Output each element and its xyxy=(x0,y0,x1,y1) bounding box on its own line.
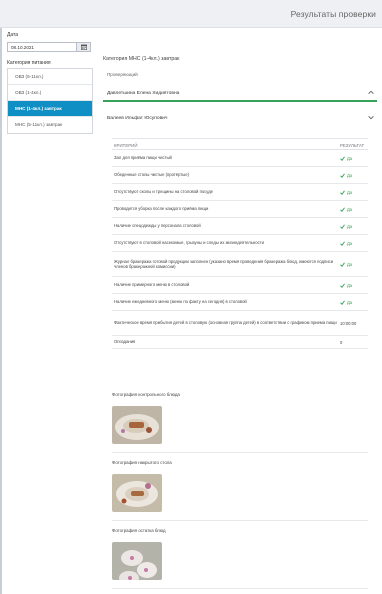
photo-label: Фотография остатка блюд xyxy=(112,528,166,533)
criteria-text: Зал для приёма пищи чистый xyxy=(114,155,172,161)
result-value: Да xyxy=(347,223,353,229)
checker-name: Валеев Ильфат Юсупович xyxy=(107,116,168,121)
check-icon xyxy=(340,282,345,288)
criteria-text: Фактическое время прибытия детей в столо… xyxy=(114,320,337,326)
left-accent-line xyxy=(0,28,2,594)
photo-block: Фотография накрытого стола xyxy=(112,460,368,521)
category-title: Категория МНС (1-4кл.) завтрак xyxy=(103,56,180,62)
result-cell: 10:00:00 xyxy=(340,311,368,335)
table-row: Зал для приёма пищи чистый Да xyxy=(112,150,368,167)
criteria-text: Обеденные столы чистые (протёртые) xyxy=(114,172,189,178)
photo-leftovers[interactable] xyxy=(112,542,162,580)
category-item[interactable]: МНС (5-11кл.) завтрак xyxy=(8,117,92,133)
check-icon xyxy=(340,155,345,161)
date-label: Дата xyxy=(7,32,19,38)
result-cell: Да xyxy=(340,150,368,166)
table-row: Отсутствуют сколы и трещины на столовой … xyxy=(112,184,368,201)
check-icon xyxy=(340,261,345,267)
page-title: Результаты проверки xyxy=(290,9,376,19)
check-icon xyxy=(340,189,345,195)
photo-label: Фотография накрытого стола xyxy=(112,460,172,465)
check-icon xyxy=(340,223,345,229)
result-value: 0 xyxy=(340,339,343,345)
photo-set-table[interactable] xyxy=(112,474,162,512)
criteria-text: Наличие спецодежды у персонала столовой xyxy=(114,223,201,229)
checker-accordion-2[interactable]: Валеев Ильфат Юсупович xyxy=(103,110,377,127)
column-criteria: КРИТЕРИЙ xyxy=(114,143,138,148)
table-row: Журнал бракеража готовой продукции запол… xyxy=(112,252,368,277)
check-icon xyxy=(340,299,345,305)
table-row: Наличие спецодежды у персонала столовой Д… xyxy=(112,218,368,235)
filters-panel: Дата 08.10.2021 Категория питания ОВЗ (5… xyxy=(7,32,93,134)
table-row: Опоздания 0 xyxy=(112,336,368,349)
result-cell: Да xyxy=(340,218,368,234)
criteria-text: Опоздания xyxy=(114,339,136,345)
checker-name: Давлетшина Елена Хидиятовна xyxy=(107,91,180,96)
result-cell: Да xyxy=(340,235,368,251)
result-cell: 0 xyxy=(340,336,368,348)
category-item-active[interactable]: МНС (1-4кл.) завтрак xyxy=(8,101,92,117)
result-cell: Да xyxy=(340,252,368,276)
table-row: Фактическое время прибытия детей в столо… xyxy=(112,311,368,336)
result-value: Да xyxy=(347,261,353,267)
category-item[interactable]: ОВЗ (5-11кл.) xyxy=(8,69,92,85)
result-cell: Да xyxy=(340,277,368,293)
chevron-down-icon xyxy=(368,116,374,120)
result-cell: Да xyxy=(340,294,368,310)
result-value: Да xyxy=(347,299,353,305)
date-input[interactable]: 08.10.2021 xyxy=(7,42,77,52)
category-label: Категория питания xyxy=(7,60,51,66)
photo-control-dish[interactable] xyxy=(112,406,162,444)
result-value: Да xyxy=(347,282,353,288)
result-value: 10:00:00 xyxy=(340,320,357,326)
chevron-up-icon xyxy=(368,90,374,94)
photo-block: Фотография контрольного блюда xyxy=(112,392,368,453)
result-value: Да xyxy=(347,240,353,246)
result-cell: Да xyxy=(340,167,368,183)
calendar-icon xyxy=(80,44,87,50)
checker-label: Проверяющий xyxy=(107,72,138,77)
result-value: Да xyxy=(347,189,353,195)
result-value: Да xyxy=(347,155,353,161)
table-row: Проводится уборка после каждого приёма п… xyxy=(112,201,368,218)
result-cell: Да xyxy=(340,184,368,200)
category-item[interactable]: ОВЗ (1-4кл.) xyxy=(8,85,92,101)
check-icon xyxy=(340,172,345,178)
criteria-text: Журнал бракеража готовой продукции запол… xyxy=(114,258,334,269)
check-icon xyxy=(340,240,345,246)
result-value: Да xyxy=(347,172,353,178)
checker-accordion-1[interactable]: Давлетшина Елена Хидиятовна xyxy=(103,85,377,102)
column-result: РЕЗУЛЬТАТ xyxy=(340,143,365,148)
criteria-text: Наличие ежедневного меню (меню по факту … xyxy=(114,299,247,305)
table-row: Наличие ежедневного меню (меню по факту … xyxy=(112,294,368,311)
criteria-text: Отсутствуют сколы и трещины на столовой … xyxy=(114,189,213,195)
photos-section: Фотография контрольного блюда Фотография… xyxy=(112,392,368,594)
main-panel: Категория МНС (1-4кл.) завтрак Проверяющ… xyxy=(103,56,377,127)
table-row: Наличие примерного меню в столовой Да xyxy=(112,277,368,294)
photo-block: Фотография остатка блюд xyxy=(112,528,368,589)
top-bar: Результаты проверки xyxy=(0,0,382,28)
table-header: КРИТЕРИЙ РЕЗУЛЬТАТ xyxy=(112,138,368,150)
category-list: ОВЗ (5-11кл.) ОВЗ (1-4кл.) МНС (1-4кл.) … xyxy=(7,68,93,134)
table-row: Обеденные столы чистые (протёртые) Да xyxy=(112,167,368,184)
check-icon xyxy=(340,206,345,212)
photo-label: Фотография контрольного блюда xyxy=(112,392,180,397)
criteria-text: Наличие примерного меню в столовой xyxy=(114,282,190,288)
table-row: Отсутствуют в столовой насекомые, грызун… xyxy=(112,235,368,252)
calendar-button[interactable] xyxy=(77,42,91,52)
criteria-table: КРИТЕРИЙ РЕЗУЛЬТАТ Зал для приёма пищи ч… xyxy=(112,138,368,349)
criteria-text: Отсутствуют в столовой насекомые, грызун… xyxy=(114,240,264,246)
result-value: Да xyxy=(347,206,353,212)
date-picker[interactable]: 08.10.2021 xyxy=(7,42,93,52)
result-cell: Да xyxy=(340,201,368,217)
criteria-text: Проводится уборка после каждого приёма п… xyxy=(114,206,209,212)
